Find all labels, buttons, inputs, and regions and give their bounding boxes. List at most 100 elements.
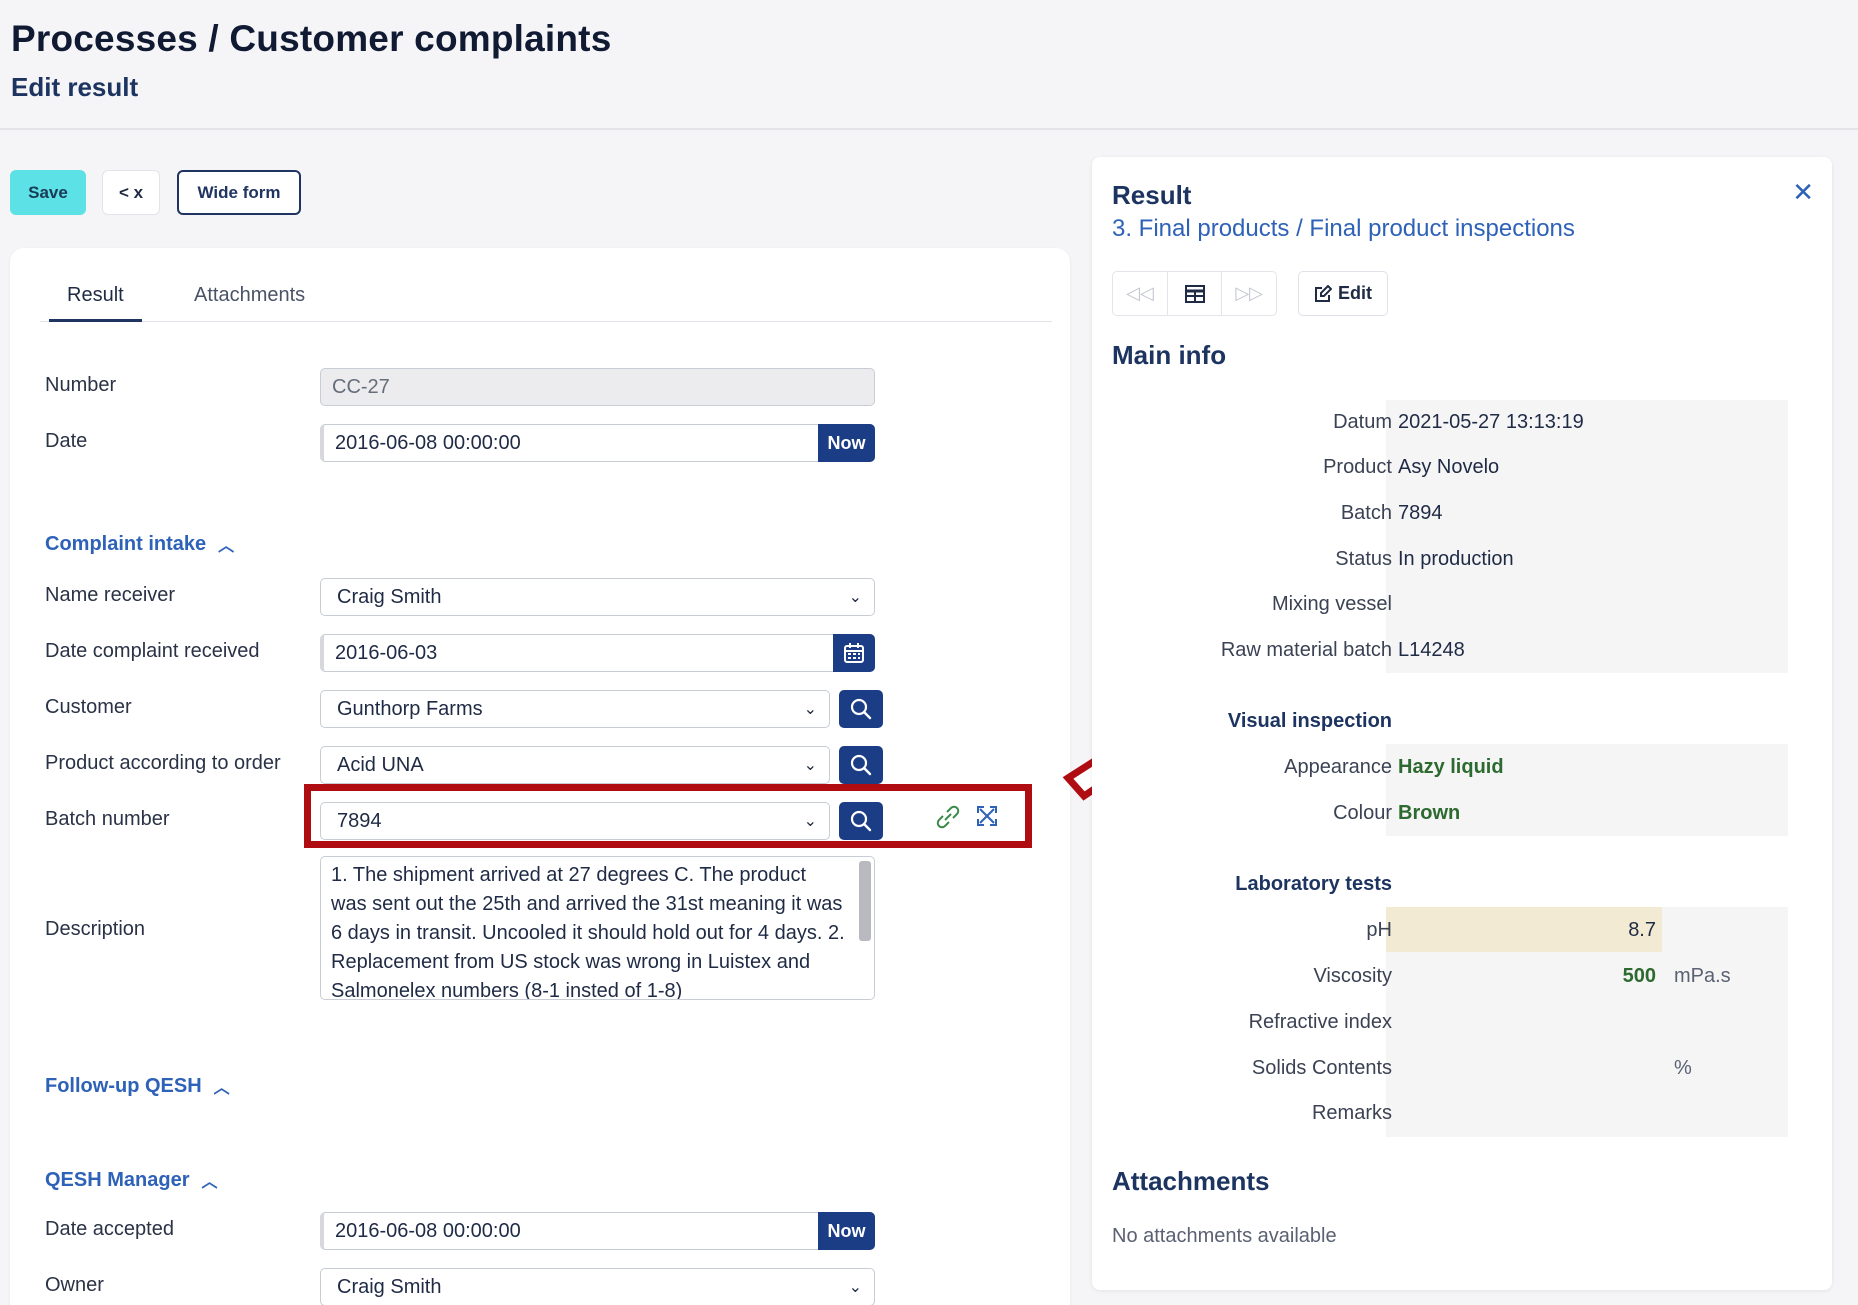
product-label: Product according to order [45, 752, 281, 774]
laboratory-tests-heading: Laboratory tests [1235, 873, 1392, 895]
main-info-values-bg [1386, 400, 1788, 673]
viscosity-label: Viscosity [1313, 965, 1392, 987]
previous-record-icon[interactable]: ◁◁ [1113, 272, 1167, 315]
solids-contents-label: Solids Contents [1251, 1057, 1392, 1079]
ph-highlight-cell [1386, 907, 1662, 952]
followup-section-toggle[interactable]: Follow-up QESH ︿ [45, 1074, 230, 1098]
edit-icon [1315, 284, 1332, 302]
close-icon[interactable]: ✕ [1792, 177, 1814, 208]
appearance-label: Appearance [1284, 756, 1392, 778]
appearance-value: Hazy liquid [1398, 756, 1504, 778]
search-icon [850, 698, 872, 720]
chevron-down-icon: ⌄ [848, 589, 862, 606]
date-value: 2016-06-08 00:00:00 [335, 431, 521, 454]
chevron-up-icon: ︿ [201, 1174, 218, 1191]
batch-number-label: Batch number [45, 808, 170, 830]
date-accepted-label: Date accepted [45, 1218, 174, 1240]
solids-contents-unit: % [1674, 1057, 1692, 1079]
ph-label: pH [1366, 919, 1392, 941]
date-accepted-field[interactable]: 2016-06-08 00:00:00 Now [320, 1212, 875, 1250]
description-value: 1. The shipment arrived at 27 degrees C.… [331, 864, 845, 1000]
ph-value: 8.7 [1628, 919, 1656, 941]
tab-attachments[interactable]: Attachments [176, 284, 323, 322]
owner-select[interactable]: Craig Smith ⌄ [320, 1268, 875, 1305]
search-icon [850, 754, 872, 776]
description-label: Description [45, 918, 146, 940]
tab-result[interactable]: Result [49, 284, 142, 322]
batch-info-label: Batch [1340, 502, 1392, 524]
chevron-down-icon: ⌄ [803, 701, 817, 718]
panel-breadcrumb-link[interactable]: 3. Final products / Final product inspec… [1112, 215, 1575, 243]
record-navigation: ◁◁ ▷▷ [1112, 271, 1277, 316]
date-received-field[interactable]: 2016-06-03 [320, 634, 875, 672]
save-button[interactable]: Save [10, 170, 86, 215]
datum-label: Datum [1333, 411, 1392, 433]
name-receiver-select[interactable]: Craig Smith ⌄ [320, 578, 875, 616]
product-value: Acid UNA [337, 753, 424, 776]
wide-form-button[interactable]: Wide form [177, 170, 301, 215]
page-title: Processes / Customer complaints [11, 18, 612, 59]
date-accepted-now-button[interactable]: Now [818, 1212, 875, 1250]
qesh-manager-section-toggle[interactable]: QESH Manager ︿ [45, 1168, 218, 1192]
remarks-label: Remarks [1311, 1102, 1392, 1124]
description-textarea[interactable]: 1. The shipment arrived at 27 degrees C.… [320, 856, 875, 1000]
date-field[interactable]: 2016-06-08 00:00:00 Now [320, 424, 875, 462]
complaint-intake-section-toggle[interactable]: Complaint intake ︿ [45, 532, 234, 556]
refractive-index-label: Refractive index [1248, 1011, 1392, 1033]
header-divider [0, 128, 1858, 130]
colour-label: Colour [1333, 802, 1392, 824]
status-value: In production [1398, 548, 1514, 570]
date-received-label: Date complaint received [45, 640, 260, 662]
calendar-icon[interactable] [833, 634, 875, 672]
table-view-icon[interactable] [1166, 272, 1223, 315]
product-select[interactable]: Acid UNA ⌄ [320, 746, 830, 784]
status-label: Status [1335, 548, 1392, 570]
batch-info-value: 7894 [1398, 502, 1443, 524]
colour-value: Brown [1398, 802, 1461, 824]
date-accepted-value: 2016-06-08 00:00:00 [335, 1219, 521, 1242]
raw-material-batch-value: L14248 [1398, 639, 1465, 661]
number-label: Number [45, 374, 117, 396]
product-search-button[interactable] [839, 746, 883, 784]
scrollbar[interactable] [859, 861, 871, 941]
complaint-intake-heading: Complaint intake [45, 532, 207, 555]
chevron-down-icon: ⌄ [848, 1279, 862, 1296]
next-record-icon[interactable]: ▷▷ [1222, 272, 1276, 315]
product-info-label: Product [1323, 456, 1392, 478]
result-detail-panel: Result 3. Final products / Final product… [1092, 157, 1832, 1290]
owner-label: Owner [45, 1274, 104, 1296]
date-received-value: 2016-06-03 [335, 641, 438, 664]
edit-form-card: Result Attachments Number CC-27 Date 201… [10, 248, 1070, 1305]
date-label: Date [45, 430, 88, 452]
tab-bar: Result Attachments [40, 284, 1052, 322]
datum-value: 2021-05-27 13:13:19 [1398, 411, 1584, 433]
viscosity-unit: mPa.s [1674, 965, 1731, 987]
followup-heading: Follow-up QESH [45, 1074, 202, 1097]
qesh-manager-heading: QESH Manager [45, 1168, 190, 1191]
owner-value: Craig Smith [337, 1275, 442, 1298]
name-receiver-label: Name receiver [45, 584, 176, 606]
chevron-up-icon: ︿ [213, 1080, 230, 1097]
back-close-button[interactable]: < x [102, 170, 160, 215]
product-info-value: Asy Novelo [1398, 456, 1500, 478]
batch-highlight-box [304, 784, 1032, 848]
main-info-heading: Main info [1112, 340, 1227, 370]
visual-inspection-heading: Visual inspection [1227, 710, 1392, 732]
customer-search-button[interactable] [839, 690, 883, 728]
number-field: CC-27 [320, 368, 875, 406]
viscosity-value: 500 [1622, 965, 1656, 987]
raw-material-batch-label: Raw material batch [1220, 639, 1392, 661]
panel-title: Result [1112, 180, 1192, 210]
date-now-button[interactable]: Now [818, 424, 875, 462]
page-subtitle: Edit result [11, 72, 139, 102]
customer-label: Customer [45, 696, 132, 718]
customer-select[interactable]: Gunthorp Farms ⌄ [320, 690, 830, 728]
number-value: CC-27 [332, 375, 390, 398]
customer-value: Gunthorp Farms [337, 697, 483, 720]
attachments-heading: Attachments [1112, 1166, 1270, 1196]
chevron-up-icon: ︿ [218, 538, 235, 555]
edit-label: Edit [1338, 283, 1372, 303]
panel-edit-button[interactable]: Edit [1298, 271, 1388, 316]
name-receiver-value: Craig Smith [337, 585, 442, 608]
chevron-down-icon: ⌄ [803, 757, 817, 774]
